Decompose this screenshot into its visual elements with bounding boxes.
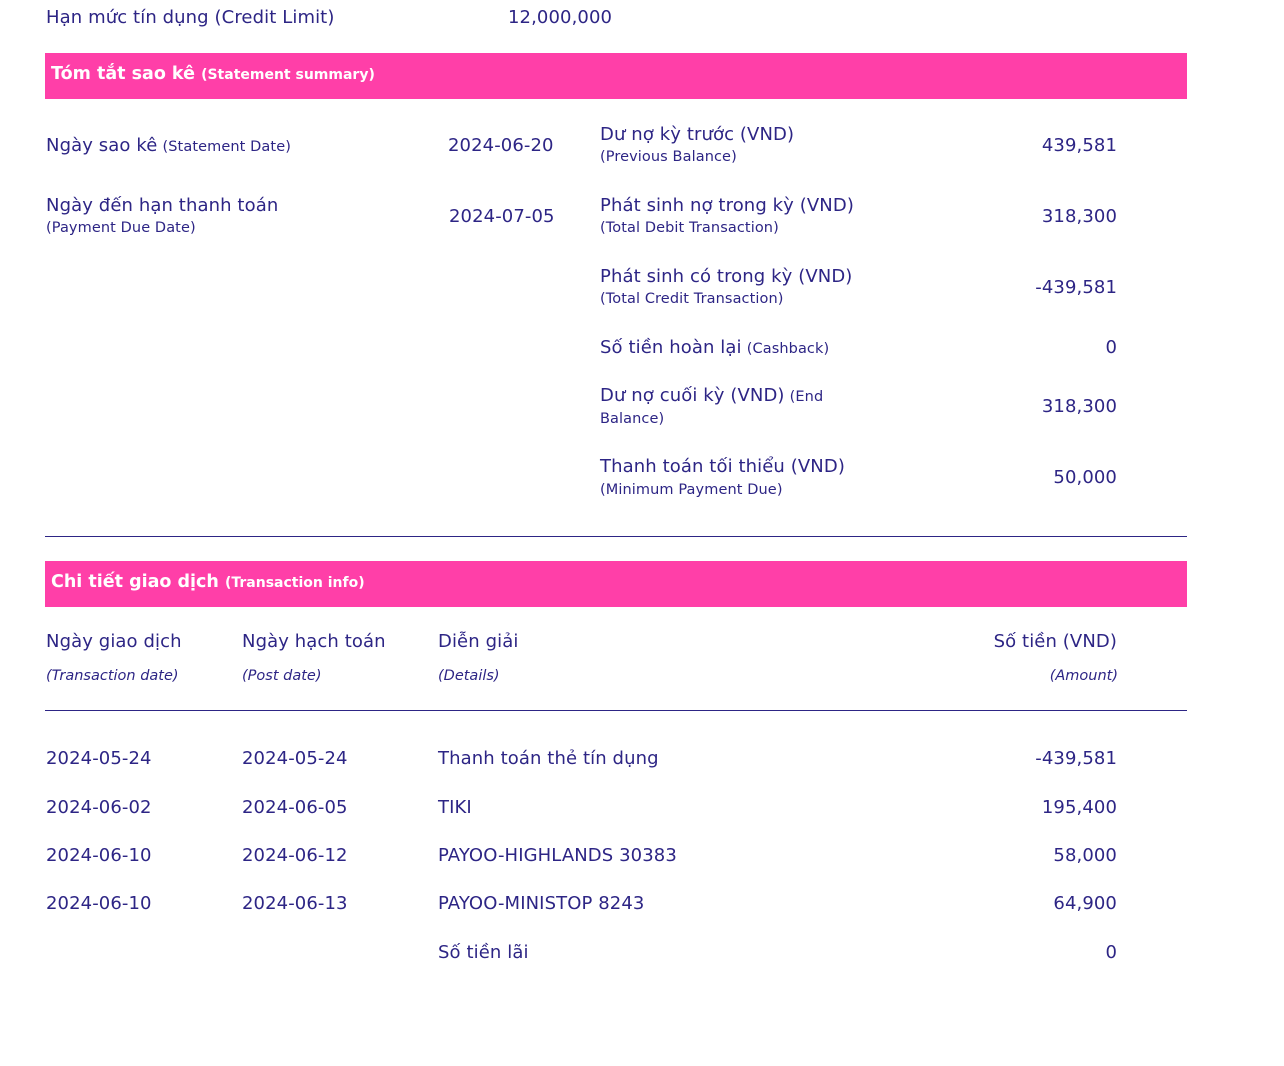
summary-item-value: 318,300 <box>1041 206 1117 227</box>
summary-item-sublabel: (Cashback) <box>746 341 830 357</box>
post-date: 2024-06-13 <box>242 893 348 914</box>
transaction-amount: 64,900 <box>1053 893 1117 914</box>
transaction-details: Thanh toán thẻ tín dụng <box>438 748 659 769</box>
statement-date-value: 2024-06-20 <box>448 135 554 156</box>
transactions-section-header: Chi tiết giao dịch (Transaction info) <box>45 561 1187 607</box>
table-header-divider <box>45 710 1187 711</box>
column-subheader-transaction-date: (Transaction date) <box>46 668 179 684</box>
summary-item-sublabel: (End <box>789 389 824 405</box>
column-header-transaction-date: Ngày giao dịch <box>46 631 182 652</box>
due-date-sublabel: (Payment Due Date) <box>46 220 196 236</box>
transactions-section-title-wrap: Chi tiết giao dịch (Transaction info) <box>51 572 365 592</box>
transaction-details: PAYOO-HIGHLANDS 30383 <box>438 845 677 866</box>
interest-label: Số tiền lãi <box>438 942 529 963</box>
transaction-date: 2024-05-24 <box>46 748 152 769</box>
due-date-label: Ngày đến hạn thanh toán <box>46 195 279 216</box>
summary-item-label-row: Số tiền hoàn lại (Cashback) <box>600 337 829 358</box>
column-header-post-date: Ngày hạch toán <box>242 631 386 652</box>
summary-item-sublabel: (Previous Balance) <box>600 149 737 165</box>
column-subheader-post-date: (Post date) <box>242 668 322 684</box>
transactions-section-subtitle: (Transaction info) <box>224 575 365 591</box>
credit-limit-label: Hạn mức tín dụng (Credit Limit) <box>46 7 335 28</box>
transaction-date: 2024-06-02 <box>46 797 152 818</box>
summary-item-sublabel: (Minimum Payment Due) <box>600 482 783 498</box>
summary-section-title: Tóm tắt sao kê <box>51 64 195 84</box>
summary-item-label: Phát sinh có trong kỳ (VND) <box>600 266 853 287</box>
summary-item-label: Phát sinh nợ trong kỳ (VND) <box>600 195 854 216</box>
statement-date-label-row: Ngày sao kê (Statement Date) <box>46 135 291 156</box>
summary-section-title-wrap: Tóm tắt sao kê (Statement summary) <box>51 64 375 84</box>
transaction-amount: 195,400 <box>1041 797 1117 818</box>
transactions-section-title: Chi tiết giao dịch <box>51 572 219 592</box>
credit-limit-value: 12,000,000 <box>508 7 613 28</box>
summary-item-label: Dư nợ kỳ trước (VND) <box>600 124 795 145</box>
summary-item-value: 50,000 <box>1053 467 1117 488</box>
summary-item-value: 318,300 <box>1041 396 1117 417</box>
transaction-amount: 58,000 <box>1053 845 1117 866</box>
transaction-details: TIKI <box>438 797 472 818</box>
post-date: 2024-06-05 <box>242 797 348 818</box>
transaction-date: 2024-06-10 <box>46 845 152 866</box>
summary-section-subtitle: (Statement summary) <box>201 67 375 83</box>
section-divider <box>45 536 1187 537</box>
summary-item-label: Dư nợ cuối kỳ (VND) <box>600 385 785 406</box>
statement-date-label: Ngày sao kê <box>46 135 158 156</box>
column-header-details: Diễn giải <box>438 631 519 652</box>
statement-date-sublabel: (Statement Date) <box>162 139 291 155</box>
transaction-details: PAYOO-MINISTOP 8243 <box>438 893 645 914</box>
column-subheader-amount: (Amount) <box>1049 668 1118 684</box>
interest-value: 0 <box>1105 942 1117 963</box>
summary-item-label: Thanh toán tối thiểu (VND) <box>600 456 845 477</box>
summary-item-value: 439,581 <box>1041 135 1117 156</box>
transaction-date: 2024-06-10 <box>46 893 152 914</box>
summary-item-sublabel: (Total Credit Transaction) <box>600 291 784 307</box>
post-date: 2024-05-24 <box>242 748 348 769</box>
summary-item-sublabel: (Total Debit Transaction) <box>600 220 779 236</box>
summary-item-label: Số tiền hoàn lại <box>600 337 742 358</box>
summary-item-value: -439,581 <box>1035 277 1117 298</box>
summary-item-label-row: Dư nợ cuối kỳ (VND) (End <box>600 385 823 406</box>
summary-item-sublabel-cont: Balance) <box>600 411 665 427</box>
post-date: 2024-06-12 <box>242 845 348 866</box>
due-date-value: 2024-07-05 <box>449 206 555 227</box>
transaction-amount: -439,581 <box>1035 748 1117 769</box>
column-subheader-details: (Details) <box>438 668 500 684</box>
summary-section-header: Tóm tắt sao kê (Statement summary) <box>45 53 1187 99</box>
summary-item-value: 0 <box>1105 337 1117 358</box>
column-header-amount: Số tiền (VND) <box>993 631 1117 652</box>
